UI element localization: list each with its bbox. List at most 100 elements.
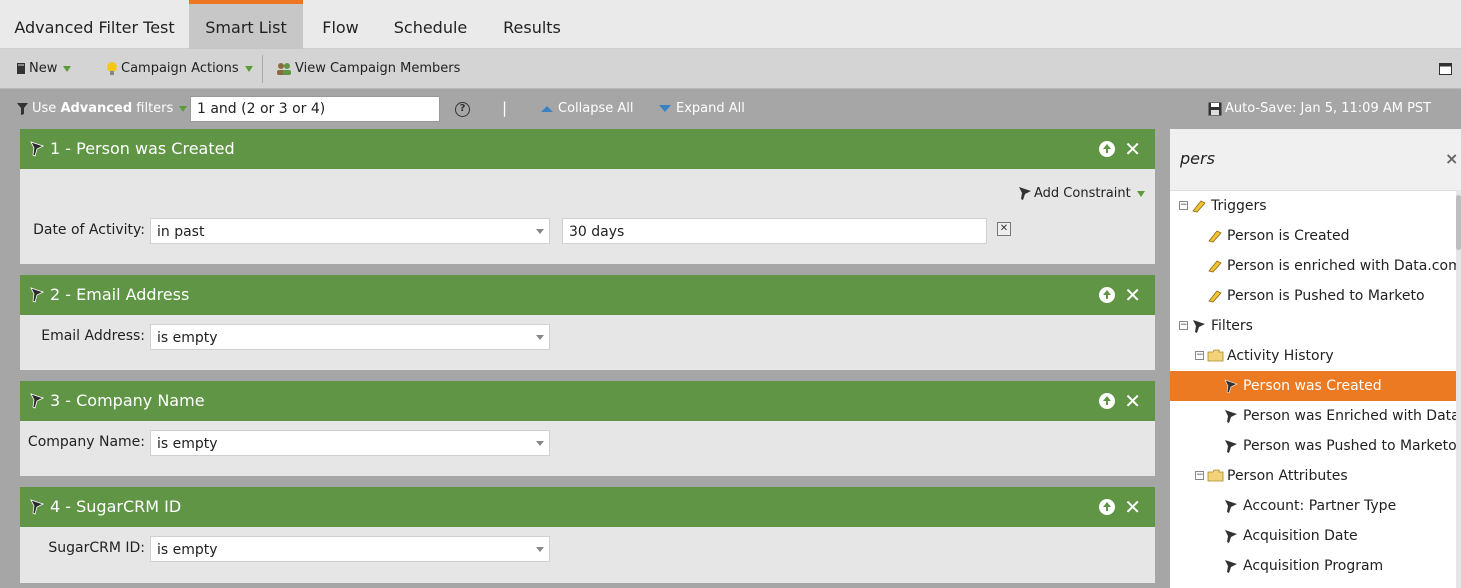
folder-icon — [1207, 469, 1224, 482]
autosave-status: Auto-Save: Jan 5, 11:09 AM PST — [1208, 89, 1431, 129]
palette-scroll-thumb[interactable] — [1456, 195, 1461, 250]
filter-header[interactable]: 3 - Company Name ✕ — [20, 381, 1155, 421]
remove-filter-icon[interactable]: ✕ — [1124, 487, 1141, 527]
collapse-toggle-icon[interactable]: − — [1195, 351, 1204, 360]
lightbulb-icon — [107, 62, 117, 75]
tab-results[interactable]: Results — [483, 0, 581, 49]
tab-flow[interactable]: Flow — [303, 0, 378, 49]
tree-item-trigger[interactable]: Person is enriched with Data.com — [1170, 251, 1456, 281]
toolbar-divider — [262, 55, 263, 83]
new-document-icon — [17, 63, 25, 74]
field-label: Email Address: — [41, 328, 145, 344]
operator-select[interactable]: is empty — [150, 430, 550, 456]
collapse-arrow-icon — [541, 105, 553, 112]
filter-funnel-icon — [1225, 560, 1237, 573]
collapse-all-button[interactable]: Collapse All — [541, 89, 634, 129]
value-input[interactable]: 30 days — [562, 218, 987, 244]
clear-search-icon[interactable]: × — [1445, 149, 1458, 168]
operator-value: in past — [157, 224, 205, 240]
operator-select[interactable]: is empty — [150, 536, 550, 562]
operator-value: is empty — [157, 330, 218, 346]
chevron-down-icon — [179, 105, 188, 112]
tree-label: Person was Created — [1243, 378, 1382, 394]
field-label: SugarCRM ID: — [48, 540, 145, 556]
filter-card-3: 3 - Company Name ✕ Company Name: is empt… — [20, 381, 1155, 476]
add-constraint-button[interactable]: Add Constraint — [1018, 186, 1145, 201]
tree-group-triggers[interactable]: − Triggers — [1170, 191, 1456, 221]
tree-item-filter-selected[interactable]: Person was Created — [1170, 371, 1456, 401]
operator-select[interactable]: is empty — [150, 324, 550, 350]
filter-funnel-icon — [1193, 320, 1205, 333]
autosave-label: Auto-Save: Jan 5, 11:09 AM PST — [1225, 101, 1432, 116]
expand-all-button[interactable]: Expand All — [659, 89, 745, 129]
filter-funnel-icon — [1225, 500, 1237, 513]
tree-label: Activity History — [1227, 348, 1334, 364]
separator: | — [502, 99, 508, 117]
funnel-icon — [17, 102, 28, 115]
clear-value-icon[interactable]: ✕ — [997, 222, 1011, 236]
move-up-icon[interactable] — [1099, 393, 1115, 409]
tab-smart-list[interactable]: Smart List — [189, 0, 303, 49]
filter-funnel-icon — [30, 499, 44, 515]
filter-header[interactable]: 2 - Email Address ✕ — [20, 275, 1155, 315]
chevron-down-icon — [244, 65, 253, 72]
filter-card-2: 2 - Email Address ✕ Email Address: is em… — [20, 275, 1155, 370]
filter-header[interactable]: 4 - SugarCRM ID ✕ — [20, 487, 1155, 527]
tree-folder-person-attributes[interactable]: − Person Attributes — [1170, 461, 1456, 491]
use-label: Use — [32, 101, 57, 116]
remove-filter-icon[interactable]: ✕ — [1124, 129, 1141, 169]
filter-funnel-icon — [1225, 530, 1237, 543]
tree-group-filters[interactable]: − Filters — [1170, 311, 1456, 341]
trigger-bolt-icon — [1208, 260, 1222, 273]
remove-filter-icon[interactable]: ✕ — [1124, 275, 1141, 315]
filter-title: 3 - Company Name — [50, 391, 205, 410]
move-up-icon[interactable] — [1099, 287, 1115, 303]
collapse-toggle-icon[interactable]: − — [1179, 321, 1188, 330]
operator-select[interactable]: in past — [150, 218, 550, 244]
filter-header[interactable]: 1 - Person was Created ✕ — [20, 129, 1155, 169]
campaign-actions-label: Campaign Actions — [121, 61, 239, 76]
campaign-actions-button[interactable]: Campaign Actions — [106, 49, 253, 89]
tree-folder-activity-history[interactable]: − Activity History — [1170, 341, 1456, 371]
view-campaign-members-button[interactable]: View Campaign Members — [276, 49, 460, 89]
tree-label: Acquisition Program — [1243, 558, 1384, 574]
collapse-toggle-icon[interactable]: − — [1179, 201, 1188, 210]
chevron-down-icon — [536, 441, 544, 446]
maximize-icon[interactable] — [1439, 63, 1452, 75]
save-disk-icon — [1208, 102, 1222, 115]
toolbar: New Campaign Actions View Campaign Membe… — [0, 49, 1461, 89]
remove-filter-icon[interactable]: ✕ — [1124, 381, 1141, 421]
filter-funnel-icon — [30, 287, 44, 303]
palette-search: pers × — [1170, 129, 1461, 191]
new-button[interactable]: New — [16, 49, 72, 89]
add-constraint-label: Add Constraint — [1034, 186, 1131, 201]
tab-schedule[interactable]: Schedule — [378, 0, 483, 49]
tree-label: Person is enriched with Data.com — [1227, 258, 1456, 274]
move-up-icon[interactable] — [1099, 141, 1115, 157]
tree-item-filter[interactable]: Person was Enriched with Data.c — [1170, 401, 1456, 431]
filter-logic-input[interactable]: 1 and (2 or 3 or 4) — [190, 96, 440, 122]
trigger-bolt-icon — [1208, 290, 1222, 303]
tree-item-filter[interactable]: Person was Pushed to Marketo — [1170, 431, 1456, 461]
filter-card-1: 1 - Person was Created ✕ Add Constraint … — [20, 129, 1155, 264]
collapse-toggle-icon[interactable]: − — [1195, 471, 1204, 480]
operator-value: is empty — [157, 542, 218, 558]
tree-item-filter[interactable]: Acquisition Date — [1170, 521, 1456, 551]
tree-item-filter[interactable]: Account: Partner Type — [1170, 491, 1456, 521]
chevron-down-icon — [536, 335, 544, 340]
tree-item-trigger[interactable]: Person is Created — [1170, 221, 1456, 251]
tree-item-filter[interactable]: Acquisition Program — [1170, 551, 1456, 581]
tree-item-trigger[interactable]: Person is Pushed to Marketo — [1170, 281, 1456, 311]
chevron-down-icon — [536, 547, 544, 552]
move-up-icon[interactable] — [1099, 499, 1115, 515]
palette-search-input[interactable]: pers — [1180, 149, 1215, 168]
field-label: Company Name: — [27, 434, 145, 450]
use-advanced-filters-menu[interactable]: Use Advanced filters — [16, 89, 188, 129]
filter-funnel-icon — [1225, 410, 1237, 423]
tab-advanced-filter-test[interactable]: Advanced Filter Test — [0, 0, 189, 49]
tree-label: Person is Pushed to Marketo — [1227, 288, 1425, 304]
filter-title: 4 - SugarCRM ID — [50, 497, 182, 516]
tree-label: Person Attributes — [1227, 468, 1348, 484]
tree-label: Person is Created — [1227, 228, 1350, 244]
help-icon[interactable]: ? — [455, 102, 470, 117]
